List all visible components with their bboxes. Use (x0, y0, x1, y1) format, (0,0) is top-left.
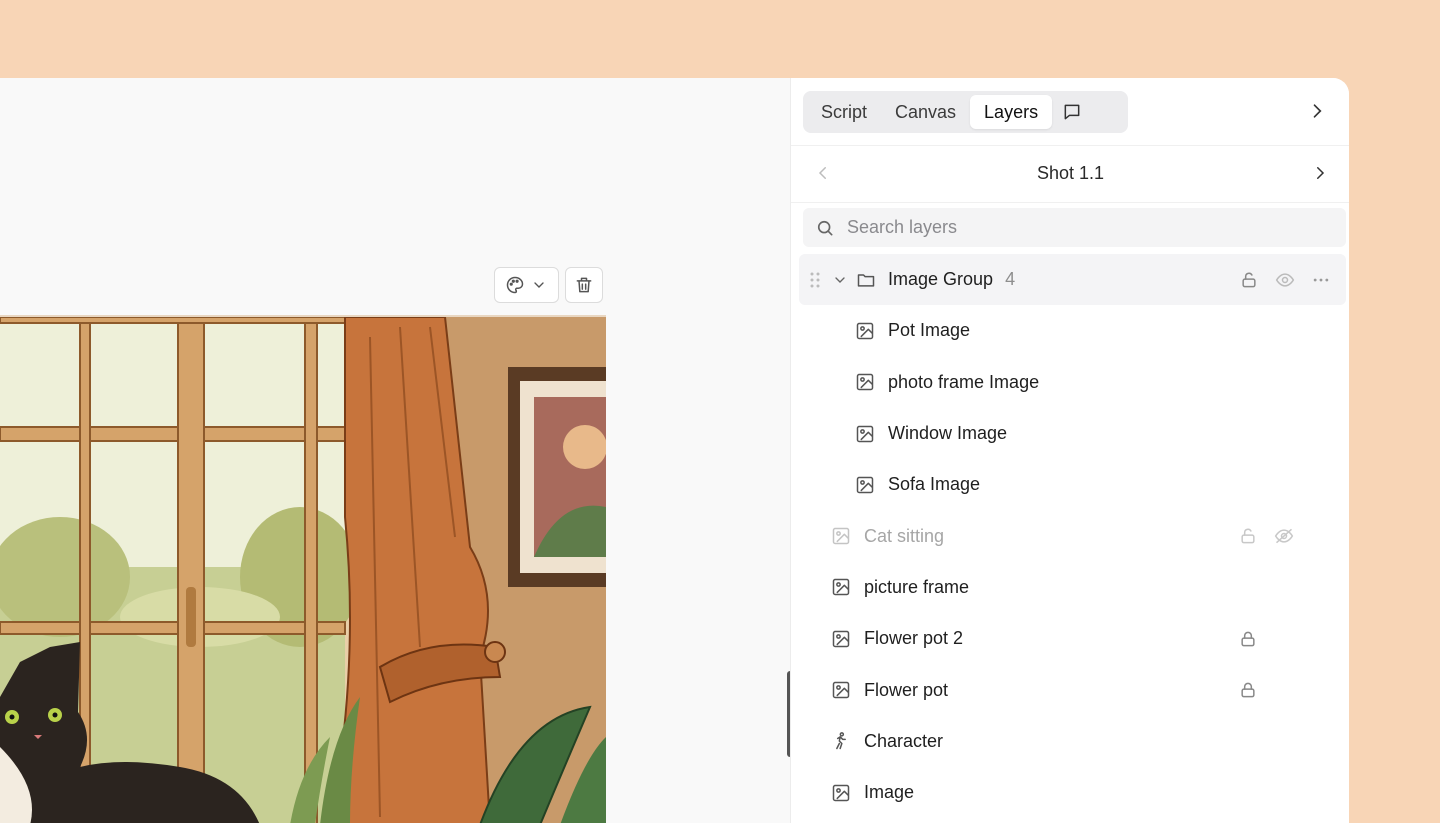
layer-row[interactable]: Sofa Image (791, 459, 1349, 510)
image-icon (831, 526, 851, 546)
lock-icon[interactable] (1238, 526, 1258, 546)
style-dropdown-button[interactable] (494, 267, 559, 303)
image-icon (831, 680, 851, 700)
walking-person-icon (831, 731, 851, 751)
chevron-down-icon (529, 275, 549, 295)
layer-actions (1238, 680, 1258, 700)
layer-row[interactable]: Flower pot (791, 664, 1349, 715)
chevron-right-icon (1307, 101, 1327, 121)
folder-icon (856, 270, 876, 290)
layer-row[interactable]: Flower pot 2 (791, 613, 1349, 664)
image-icon (831, 577, 851, 597)
app-window: Script Canvas Layers Shot 1.1 Search lay… (0, 78, 1349, 823)
shot-navigator: Shot 1.1 (791, 145, 1349, 203)
search-input[interactable] (845, 216, 1309, 239)
search-icon (815, 218, 835, 238)
more-options-icon[interactable] (1311, 270, 1331, 290)
image-icon (855, 475, 875, 495)
palette-icon (505, 275, 525, 295)
layer-label: Sofa Image (888, 474, 981, 495)
image-icon (855, 372, 875, 392)
group-actions (1239, 270, 1331, 290)
layer-label: photo frame Image (888, 371, 1040, 392)
layer-label: Pot Image (888, 320, 971, 341)
unlock-icon[interactable] (1239, 270, 1259, 290)
layer-row[interactable]: Pot Image (791, 305, 1349, 356)
image-icon (855, 424, 875, 444)
lock-icon[interactable] (1238, 680, 1258, 700)
layers-list: Image Group 4 Pot Image photo frame Imag… (791, 254, 1349, 818)
layer-label: Character (864, 730, 944, 751)
drag-handle-icon[interactable] (805, 270, 825, 290)
image-icon (831, 629, 851, 649)
layer-label: Flower pot 2 (864, 628, 964, 649)
layers-panel: Script Canvas Layers Shot 1.1 Search lay… (790, 78, 1349, 823)
trash-icon (574, 275, 594, 295)
tab-comments[interactable] (1052, 95, 1092, 129)
layer-group-row[interactable]: Image Group 4 (799, 254, 1346, 306)
tab-canvas[interactable]: Canvas (881, 95, 970, 129)
comment-icon (1062, 102, 1082, 122)
layer-actions (1238, 526, 1294, 546)
canvas-area[interactable] (0, 78, 790, 823)
layer-row[interactable]: Window Image (791, 408, 1349, 459)
layer-label: picture frame (864, 576, 970, 597)
group-label: Image Group (888, 269, 994, 290)
image-icon (831, 783, 851, 803)
layer-row[interactable]: picture frame (791, 562, 1349, 613)
layer-label: Cat sitting (864, 525, 945, 546)
layer-row[interactable]: Character (791, 716, 1349, 767)
image-toolbar (494, 267, 603, 303)
next-shot-button[interactable] (1310, 163, 1330, 183)
chevron-down-icon[interactable] (830, 270, 850, 290)
shot-title: Shot 1.1 (1036, 163, 1105, 183)
layer-row[interactable]: photo frame Image (791, 357, 1349, 408)
layer-row[interactable]: Image (791, 767, 1349, 818)
tab-layers[interactable]: Layers (970, 95, 1053, 129)
eye-off-icon[interactable] (1274, 526, 1294, 546)
lock-icon[interactable] (1238, 629, 1258, 649)
canvas-image[interactable] (0, 315, 606, 823)
image-icon (855, 321, 875, 341)
search-layers (803, 208, 1346, 247)
layer-actions (1238, 629, 1258, 649)
layer-label: Window Image (888, 423, 1008, 444)
collapse-panel-button[interactable] (1306, 100, 1328, 122)
layer-row[interactable]: Cat sitting (791, 510, 1349, 561)
layer-label: Image (864, 782, 915, 803)
delete-button[interactable] (565, 267, 603, 303)
tab-script[interactable]: Script (807, 95, 881, 129)
panel-tabs: Script Canvas Layers (803, 91, 1128, 133)
group-count: 4 (1005, 269, 1016, 290)
layer-label: Flower pot (864, 679, 949, 700)
eye-icon[interactable] (1275, 270, 1295, 290)
